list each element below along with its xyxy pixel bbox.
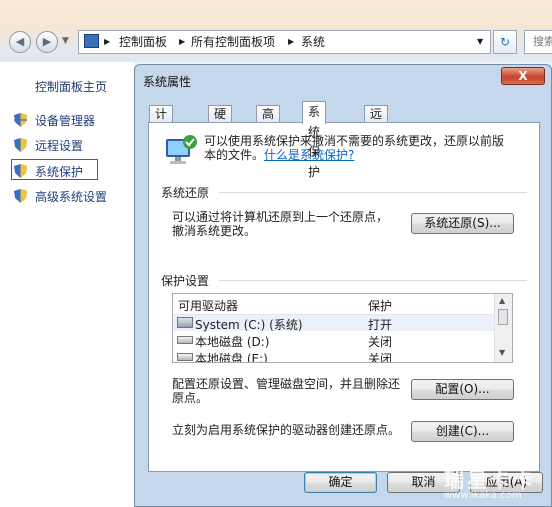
dialog-title: 系统属性 (143, 75, 192, 89)
control-panel-home-link[interactable]: 控制面板主页 (35, 78, 107, 95)
column-header-protection[interactable]: 保护 (368, 297, 392, 314)
nav-item-device-manager[interactable]: 设备管理器 (14, 112, 96, 129)
explorer-toolbar: ◀ ▶ ▼ ▶ 控制面板 ▶ 所有控制面板项 ▶ 系统 ▼ ↻ 搜索 (0, 0, 552, 62)
watermark-title: 瑞星卡卡 (444, 468, 536, 492)
search-input[interactable]: 搜索 (524, 30, 552, 54)
nav-item-label: 高级系统设置 (35, 190, 108, 204)
tab-panel: 可以使用系统保护来撤消不需要的系统更改，还原以前版 本的文件。什么是系统保护? … (148, 122, 540, 472)
back-button[interactable]: ◀ (9, 31, 31, 53)
create-text: 立刻为启用系统保护的驱动器创建还原点。 (172, 423, 401, 437)
drive-name: 本地磁盘 (D:) (195, 335, 270, 349)
system-restore-button[interactable]: 系统还原(S)... (411, 213, 514, 234)
breadcrumb-item[interactable]: 系统 (301, 31, 325, 53)
disk-drive-icon (177, 336, 193, 344)
nav-item-label: 设备管理器 (35, 114, 96, 128)
tab-hardware[interactable]: 硬件 (208, 105, 233, 137)
tab-remote[interactable]: 远程 (364, 105, 389, 137)
nav-item-remote-settings[interactable]: 远程设置 (14, 137, 84, 154)
close-button[interactable]: X (501, 67, 545, 85)
watermark-url: www.ikaka.com (444, 490, 522, 501)
watermark-logo: 瑞星卡卡 www.ikaka.com (430, 462, 552, 507)
create-button[interactable]: 创建(C)... (411, 421, 514, 442)
chevron-right-icon: ▶ (179, 37, 186, 46)
intro-text: 可以使用系统保护来撤消不需要的系统更改，还原以前版 本的文件。什么是系统保护? (204, 134, 534, 162)
drive-name: System (C:) (系统) (195, 318, 303, 332)
configure-text: 配置还原设置、管理磁盘空间，并且删除还 原点。 (172, 377, 400, 405)
column-header-drives[interactable]: 可用驱动器 (178, 297, 238, 314)
scroll-down-icon[interactable]: ▼ (499, 348, 505, 357)
left-nav-pane: 控制面板主页 设备管理器 远程设置 系统保护 高级系统设置 (0, 62, 134, 507)
divider (219, 192, 527, 193)
system-properties-dialog: 系统属性 X 计算机名 硬件 高级 系统保护 远程 可以使用系统保护来撤消不需要… (134, 64, 552, 507)
refresh-icon: ↻ (499, 35, 511, 49)
drive-status: 关闭 (368, 352, 393, 363)
shield-icon (14, 113, 27, 127)
restore-text: 可以通过将计算机还原到上一个还原点， 撤消系统更改。 (172, 210, 388, 238)
drive-row[interactable]: System (C:) (系统) 打开 (173, 315, 496, 332)
restore-text-line: 可以通过将计算机还原到上一个还原点， (172, 210, 389, 224)
drive-row[interactable]: 本地磁盘 (E:) 关闭 (173, 349, 496, 363)
tab-system-protection[interactable]: 系统保护 (302, 101, 327, 179)
drive-row[interactable]: 本地磁盘 (D:) 关闭 (173, 332, 496, 349)
nav-item-label: 远程设置 (35, 139, 84, 153)
scroll-thumb[interactable] (498, 309, 508, 325)
divider (219, 280, 527, 281)
tab-computer-name[interactable]: 计算机名 (149, 105, 174, 169)
nav-item-advanced-settings[interactable]: 高级系统设置 (14, 188, 108, 205)
configure-text-line: 配置还原设置、管理磁盘空间，并且删除还 (172, 377, 401, 391)
intro-text-line: 可以使用系统保护来撤消不需要的系统更改，还原以前版 (204, 134, 505, 148)
intro-text-line: 本的文件。 (204, 148, 265, 162)
drive-status: 打开 (368, 318, 393, 332)
refresh-button[interactable]: ↻ (493, 30, 517, 54)
configure-text-line: 原点。 (172, 391, 209, 405)
restore-text-line: 撤消系统更改。 (172, 224, 257, 238)
drive-list-scrollbar[interactable]: ▲ ▼ (494, 294, 512, 362)
address-dropdown-icon[interactable]: ▼ (477, 31, 483, 53)
close-icon: X (518, 69, 528, 83)
drive-status: 关闭 (368, 335, 393, 349)
configure-button[interactable]: 配置(O)... (411, 379, 514, 400)
recent-pages-icon[interactable]: ▼ (62, 36, 69, 46)
system-drive-icon (177, 317, 193, 328)
drive-list-header: 可用驱动器 保护 (173, 294, 496, 315)
address-bar[interactable]: ▶ 控制面板 ▶ 所有控制面板项 ▶ 系统 ▼ (78, 30, 491, 54)
chevron-right-icon: ▶ (288, 37, 295, 46)
protect-group-label: 保护设置 (161, 274, 210, 288)
highlight-box (11, 159, 98, 180)
drive-name: 本地磁盘 (E:) (195, 352, 268, 363)
scroll-up-icon[interactable]: ▲ (499, 296, 505, 305)
restore-group-label: 系统还原 (161, 186, 210, 200)
chevron-right-icon: ▶ (104, 37, 111, 46)
breadcrumb-item[interactable]: 所有控制面板项 (191, 31, 275, 53)
ok-button[interactable]: 确定 (304, 472, 377, 493)
tab-advanced[interactable]: 高级 (256, 105, 281, 137)
breadcrumb-item[interactable]: 控制面板 (119, 31, 167, 53)
shield-icon (14, 138, 27, 152)
disk-drive-icon (177, 353, 193, 361)
drive-list[interactable]: 可用驱动器 保护 System (C:) (系统) 打开 本地磁盘 (D:) 关… (172, 293, 513, 363)
system-protection-icon (166, 135, 197, 164)
control-panel-icon (84, 34, 99, 48)
shield-icon (14, 189, 27, 203)
forward-button[interactable]: ▶ (36, 31, 58, 53)
